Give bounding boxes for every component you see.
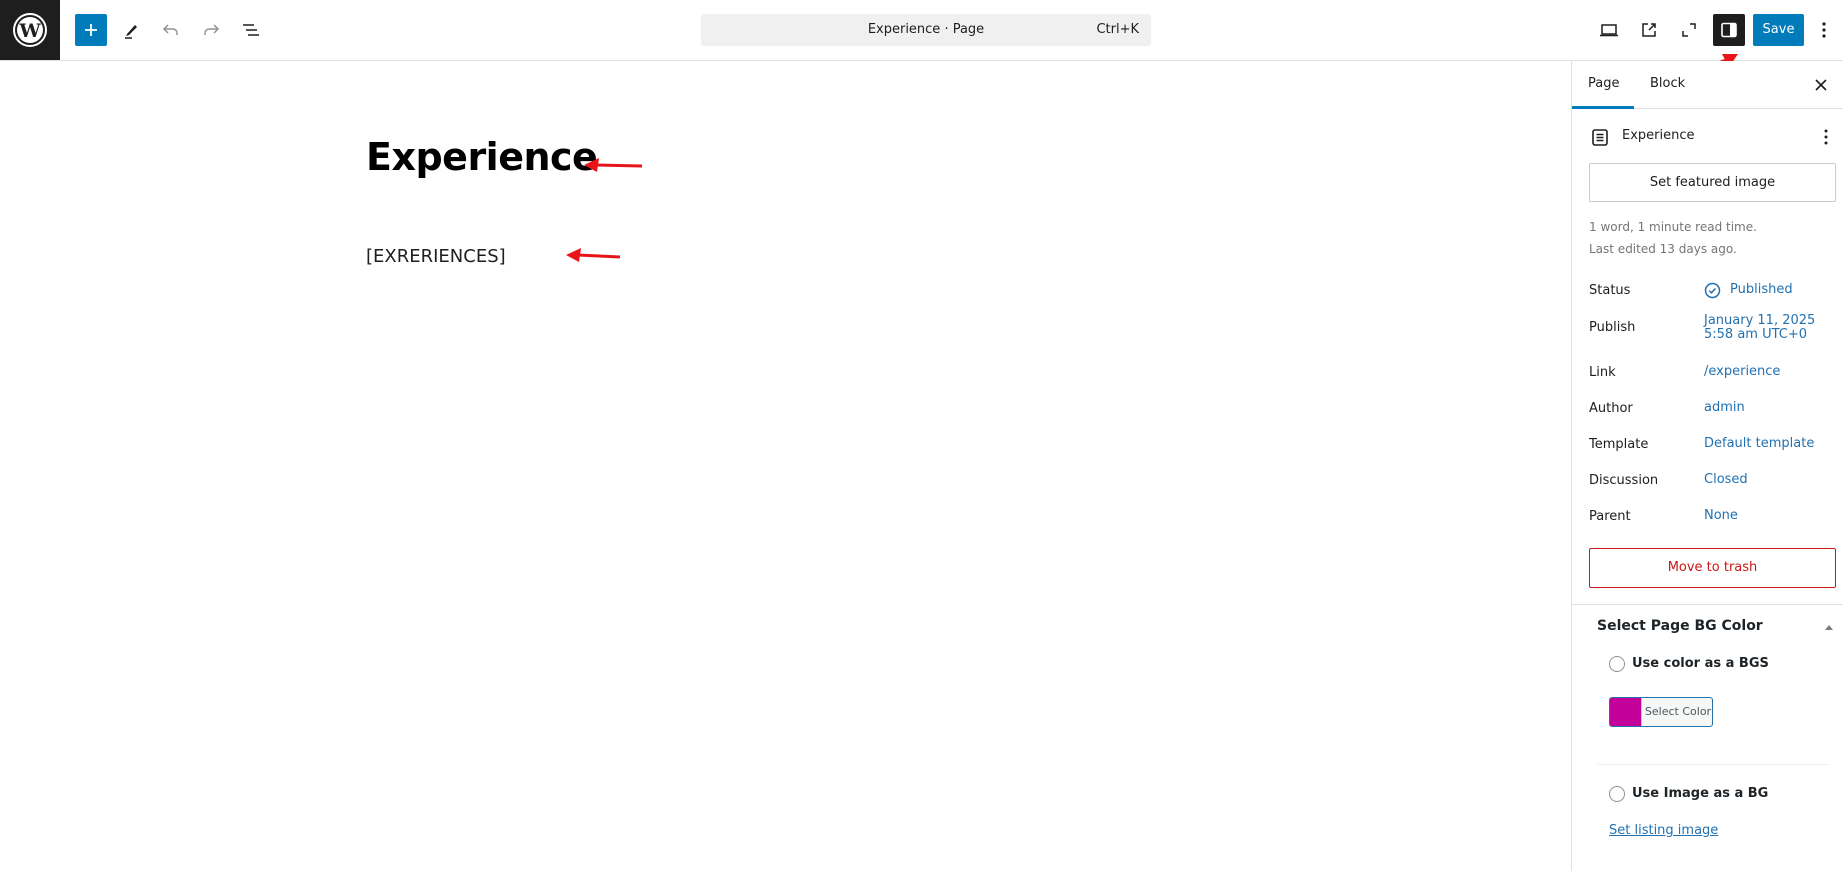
tools-button[interactable] [115, 14, 147, 46]
parent-link[interactable]: None [1704, 509, 1738, 523]
published-check-icon [1704, 282, 1721, 299]
post-title[interactable]: Experience [366, 135, 598, 179]
field-label: Parent [1589, 509, 1631, 524]
wordpress-logo-button[interactable]: W [0, 0, 60, 60]
sidebar-tabs: Page Block [1572, 61, 1843, 109]
desktop-preview-icon [1600, 24, 1618, 37]
list-view-button[interactable] [235, 14, 267, 46]
read-time-text: 1 word, 1 minute read time. [1589, 220, 1757, 234]
document-title: Experience · Page [867, 22, 985, 37]
undo-button[interactable] [155, 14, 187, 46]
triangle-up-icon [1825, 625, 1833, 630]
annotation-arrow-icon [566, 248, 621, 262]
external-link-icon [1642, 23, 1656, 37]
save-button[interactable]: Save [1753, 14, 1804, 46]
vertical-dots-icon [1822, 22, 1826, 38]
preview-button[interactable] [1593, 14, 1625, 46]
field-label: Link [1589, 365, 1616, 380]
status-value-link[interactable]: Published [1730, 283, 1793, 297]
post-summary-card: Experience [1590, 125, 1836, 149]
tab-page[interactable]: Page [1572, 61, 1634, 109]
wordpress-logo-icon: W [13, 13, 47, 47]
radio-button[interactable] [1609, 656, 1625, 672]
post-actions-button[interactable] [1818, 125, 1834, 149]
permalink-link[interactable]: /experience [1704, 365, 1780, 379]
select-color-label: Select Color [1641, 698, 1712, 726]
view-page-button[interactable] [1633, 14, 1665, 46]
last-edited-text: Last edited 13 days ago. [1589, 242, 1737, 256]
annotation-arrow-icon [584, 158, 643, 172]
add-block-button[interactable] [75, 14, 107, 46]
command-palette-bar[interactable]: Experience · Page Ctrl+K [701, 14, 1151, 46]
command-shortcut: Ctrl+K [1096, 22, 1139, 37]
discussion-link[interactable]: Closed [1704, 473, 1748, 487]
color-swatch [1610, 698, 1641, 726]
plus-icon [85, 24, 97, 36]
metabox-title[interactable]: Select Page BG Color [1597, 618, 1763, 634]
color-picker-button[interactable]: Select Color [1609, 697, 1713, 727]
fullscreen-button[interactable] [1673, 14, 1705, 46]
publish-time: 5:58 am UTC+0 [1704, 327, 1808, 342]
field-label: Publish [1589, 320, 1636, 335]
redo-icon [204, 24, 220, 35]
sidebar-toggle-icon [1721, 22, 1737, 38]
settings-sidebar: Page Block Experience Set featured image… [1571, 61, 1843, 871]
close-icon [1815, 79, 1827, 91]
field-label: Discussion [1589, 473, 1659, 488]
radio-label: Use color as a BGS [1632, 656, 1769, 671]
set-listing-image-link[interactable]: Set listing image [1609, 823, 1718, 838]
field-label: Template [1589, 437, 1649, 452]
redo-button[interactable] [195, 14, 227, 46]
move-to-trash-button[interactable]: Move to trash [1589, 548, 1836, 588]
publish-date-link[interactable]: January 11, 2025 5:58 am UTC+0 [1704, 314, 1815, 342]
set-featured-image-button[interactable]: Set featured image [1589, 163, 1836, 202]
field-label: Status [1589, 283, 1631, 298]
close-sidebar-button[interactable] [1805, 69, 1837, 101]
editor-canvas: Experience [EXRERIENCES] [0, 61, 1571, 871]
publish-date: January 11, 2025 [1704, 313, 1816, 328]
svg-text:W: W [18, 20, 41, 42]
radio-button[interactable] [1609, 786, 1625, 802]
editor-header: W Experience · Page Ctrl+K Save [0, 0, 1843, 61]
post-name: Experience [1622, 128, 1695, 143]
field-label: Author [1589, 401, 1633, 416]
fullscreen-icon [1682, 23, 1696, 37]
radio-label: Use Image as a BG [1632, 786, 1769, 801]
metabox-divider [1597, 764, 1829, 765]
author-link[interactable]: admin [1704, 401, 1745, 415]
settings-sidebar-toggle[interactable] [1713, 14, 1745, 46]
vertical-dots-icon [1824, 129, 1828, 145]
metabox-collapse-button[interactable] [1821, 619, 1837, 635]
section-divider [1572, 604, 1843, 605]
options-menu-button[interactable] [1812, 14, 1836, 46]
template-link[interactable]: Default template [1704, 437, 1814, 451]
shortcode-paragraph[interactable]: [EXRERIENCES] [366, 246, 506, 267]
pencil-icon [125, 25, 137, 39]
tab-block[interactable]: Block [1634, 61, 1701, 109]
list-view-icon [243, 24, 259, 36]
undo-icon [162, 24, 178, 35]
page-document-icon [1592, 129, 1608, 146]
